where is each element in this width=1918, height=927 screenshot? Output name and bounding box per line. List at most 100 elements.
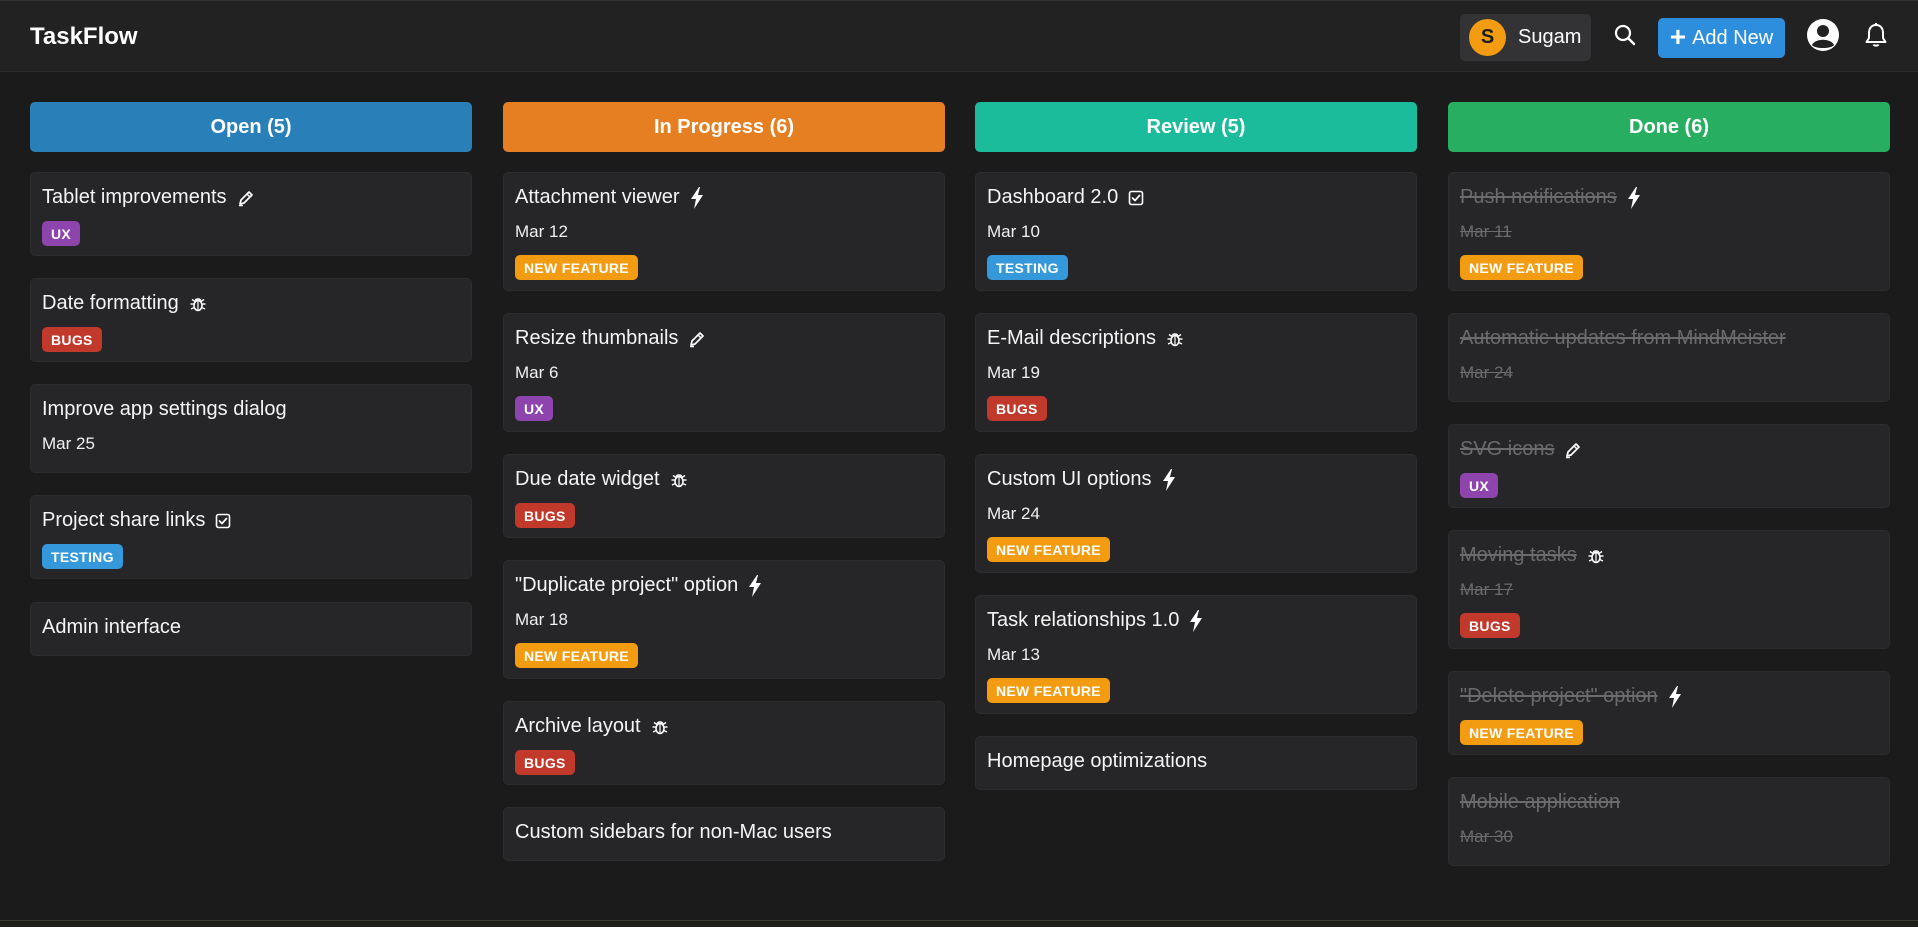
checkbox-icon — [215, 513, 231, 529]
column-open: Open (5) Tablet improvements UX Date format… — [30, 102, 472, 656]
plus-icon: + — [1669, 20, 1687, 52]
column-header-review[interactable]: Review (5) — [975, 102, 1417, 152]
tag-ux[interactable]: UX — [515, 396, 554, 421]
bolt-icon — [748, 574, 762, 597]
task-card[interactable]: "Duplicate project" option Mar 18 NEW FEAT… — [503, 560, 945, 679]
task-card[interactable]: Automatic updates from MindMeister Mar 24 — [1448, 313, 1890, 402]
tag-bugs[interactable]: BUGS — [987, 396, 1047, 421]
bolt-icon — [1162, 468, 1176, 491]
bug-icon — [651, 718, 669, 736]
task-title-text: Task relationships 1.0 — [987, 609, 1180, 631]
task-title-text: Moving tasks — [1460, 544, 1577, 566]
task-card[interactable]: Custom UI options Mar 24 NEW FEATURE — [975, 454, 1417, 573]
tag-new-feature[interactable]: NEW FEATURE — [515, 643, 638, 668]
task-title: Tablet improvements — [42, 186, 255, 209]
task-card[interactable]: Custom sidebars for non-Mac users — [503, 807, 945, 861]
task-title-text: Tablet improvements — [42, 186, 227, 208]
column-header-in-progress[interactable]: In Progress (6) — [503, 102, 945, 152]
task-title-text: "Delete project" option — [1460, 685, 1658, 707]
task-card[interactable]: SVG icons UX — [1448, 424, 1890, 508]
task-card[interactable]: Push notifications Mar 11 NEW FEATURE — [1448, 172, 1890, 291]
tag-bugs[interactable]: BUGS — [515, 503, 575, 528]
add-new-button[interactable]: + Add New — [1658, 18, 1785, 58]
tag-bugs[interactable]: BUGS — [1460, 613, 1520, 638]
task-due-date: Mar 6 — [515, 363, 559, 382]
task-title-text: Custom UI options — [987, 468, 1152, 490]
task-title-text: Improve app settings dialog — [42, 398, 287, 420]
task-title: "Duplicate project" option — [515, 574, 762, 597]
task-card[interactable]: Admin interface — [30, 602, 472, 656]
task-title: "Delete project" option — [1460, 685, 1682, 708]
task-title-text: Date formatting — [42, 292, 179, 314]
task-due-date: Mar 30 — [1460, 827, 1513, 846]
tag-testing[interactable]: TESTING — [42, 544, 123, 569]
task-due-date: Mar 13 — [987, 645, 1040, 664]
task-card[interactable]: Moving tasks Mar 17 BUGS — [1448, 530, 1890, 649]
column-header-done[interactable]: Done (6) — [1448, 102, 1890, 152]
task-title: Resize thumbnails — [515, 327, 706, 350]
task-card[interactable]: Date formatting BUGS — [30, 278, 472, 362]
task-title: Custom UI options — [987, 468, 1176, 491]
tag-new-feature[interactable]: NEW FEATURE — [987, 537, 1110, 562]
window-bottom-edge — [0, 920, 1918, 927]
task-title-text: Due date widget — [515, 468, 660, 490]
user-menu[interactable]: S Sugam — [1460, 14, 1591, 61]
task-card[interactable]: "Delete project" option NEW FEATURE — [1448, 671, 1890, 755]
bug-icon — [670, 471, 688, 489]
task-title: Archive layout — [515, 715, 669, 738]
task-due-date: Mar 10 — [987, 222, 1040, 241]
search-button[interactable] — [1608, 20, 1642, 54]
tag-bugs[interactable]: BUGS — [42, 327, 102, 352]
task-title-text: Archive layout — [515, 715, 641, 737]
task-title-text: SVG icons — [1460, 438, 1555, 460]
task-title-text: Push notifications — [1460, 186, 1617, 208]
account-button[interactable] — [1806, 18, 1840, 57]
task-title: Date formatting — [42, 292, 207, 315]
task-card[interactable]: Archive layout BUGS — [503, 701, 945, 785]
tag-ux[interactable]: UX — [42, 221, 81, 246]
column-in-progress: In Progress (6) Attachment viewer Mar 12 NE… — [503, 102, 945, 861]
task-title-text: E-Mail descriptions — [987, 327, 1156, 349]
task-due-date: Mar 24 — [1460, 363, 1513, 382]
task-due-date: Mar 24 — [987, 504, 1040, 523]
task-card[interactable]: Due date widget BUGS — [503, 454, 945, 538]
column-header-open[interactable]: Open (5) — [30, 102, 472, 152]
task-title: Homepage optimizations — [987, 750, 1207, 773]
tag-new-feature[interactable]: NEW FEATURE — [1460, 720, 1583, 745]
task-due-date: Mar 25 — [42, 434, 95, 453]
column-done: Done (6) Push notifications Mar 11 NEW FEAT… — [1448, 102, 1890, 866]
tag-ux[interactable]: UX — [1460, 473, 1499, 498]
account-icon — [1806, 18, 1840, 57]
notifications-button[interactable] — [1859, 20, 1893, 54]
app-title: TaskFlow — [30, 23, 138, 50]
task-title: Dashboard 2.0 — [987, 186, 1144, 209]
task-card[interactable]: Resize thumbnails Mar 6 UX — [503, 313, 945, 432]
task-card[interactable]: Task relationships 1.0 Mar 13 NEW FEATURE — [975, 595, 1417, 714]
task-card[interactable]: Improve app settings dialog Mar 25 — [30, 384, 472, 473]
pen-icon — [237, 189, 255, 207]
task-title: Due date widget — [515, 468, 688, 491]
tag-new-feature[interactable]: NEW FEATURE — [1460, 255, 1583, 280]
task-title: E-Mail descriptions — [987, 327, 1184, 350]
bug-icon — [189, 295, 207, 313]
tag-new-feature[interactable]: NEW FEATURE — [987, 678, 1110, 703]
task-title-text: Mobile application — [1460, 791, 1621, 813]
task-title: Push notifications — [1460, 186, 1641, 209]
task-due-date: Mar 11 — [1460, 222, 1512, 241]
top-bar: TaskFlow S Sugam + Add New — [0, 0, 1918, 72]
task-card[interactable]: Homepage optimizations — [975, 736, 1417, 790]
task-card[interactable]: E-Mail descriptions Mar 19 BUGS — [975, 313, 1417, 432]
task-card[interactable]: Project share links TESTING — [30, 495, 472, 579]
bolt-icon — [1668, 685, 1682, 708]
pen-icon — [1564, 441, 1582, 459]
task-card[interactable]: Dashboard 2.0 Mar 10 TESTING — [975, 172, 1417, 291]
tag-new-feature[interactable]: NEW FEATURE — [515, 255, 638, 280]
tag-bugs[interactable]: BUGS — [515, 750, 575, 775]
task-title-text: Project share links — [42, 509, 206, 531]
tag-testing[interactable]: TESTING — [987, 255, 1068, 280]
bug-icon — [1166, 330, 1184, 348]
task-card[interactable]: Tablet improvements UX — [30, 172, 472, 256]
task-card[interactable]: Attachment viewer Mar 12 NEW FEATURE — [503, 172, 945, 291]
search-icon — [1614, 24, 1636, 51]
task-card[interactable]: Mobile application Mar 30 — [1448, 777, 1890, 866]
